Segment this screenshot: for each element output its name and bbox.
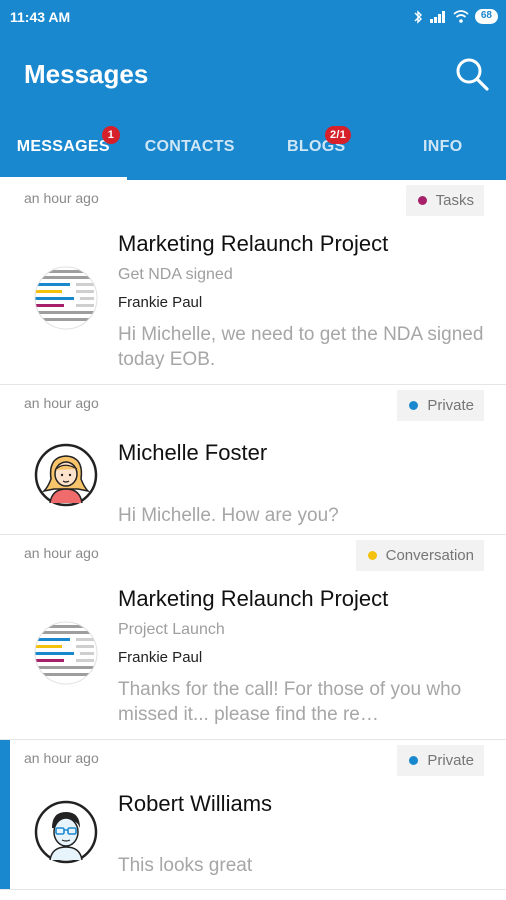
app-bar: Messages (0, 34, 506, 116)
message-item[interactable]: an hour ago Private Robert Williams This… (0, 740, 506, 890)
signal-icon (429, 11, 445, 23)
message-item[interactable]: an hour ago Conversation Marketing Relau… (0, 535, 506, 740)
blogs-badge: 2/1 (325, 126, 352, 144)
message-time: an hour ago (24, 545, 99, 561)
message-tag-label: Private (427, 397, 474, 414)
message-item[interactable]: an hour ago Private Michelle Foster Hi M… (0, 385, 506, 535)
message-time: an hour ago (24, 750, 99, 766)
message-preview: Hi Michelle, we need to get the NDA sign… (118, 324, 484, 370)
status-time: 11:43 AM (10, 9, 71, 25)
status-icons: 68 (413, 9, 498, 24)
message-title: Marketing Relaunch Project (118, 231, 389, 256)
wifi-icon (453, 10, 469, 23)
project-icon (34, 266, 98, 330)
message-time: an hour ago (24, 190, 99, 206)
message-preview: Hi Michelle. How are you? (118, 505, 339, 526)
message-tag-label: Conversation (385, 547, 474, 564)
message-title: Michelle Foster (118, 440, 268, 465)
message-time: an hour ago (24, 395, 99, 411)
messages-badge: 1 (102, 126, 120, 144)
tab-messages[interactable]: MESSAGES 1 (0, 116, 127, 180)
tab-bar: MESSAGES 1 CONTACTS BLOGS 2/1 INFO (0, 116, 506, 180)
tab-info-label: INFO (423, 138, 463, 155)
message-preview: Thanks for the call! For those of you wh… (118, 679, 462, 725)
message-title: Marketing Relaunch Project (118, 586, 389, 611)
message-subject: Get NDA signed (118, 266, 233, 283)
message-subject: Project Launch (118, 621, 225, 638)
message-title: Robert Williams (118, 791, 273, 816)
message-tag: Private (397, 745, 484, 776)
message-preview: This looks great (118, 855, 253, 876)
status-bar: 11:43 AM 68 (0, 0, 506, 34)
man-avatar (34, 800, 98, 864)
woman-avatar (34, 443, 98, 507)
message-tag: Conversation (355, 540, 484, 571)
message-tag: Private (397, 390, 484, 421)
search-icon[interactable] (454, 56, 490, 92)
bluetooth-icon (414, 9, 422, 24)
tag-dot-icon (409, 756, 419, 765)
tab-contacts-label: CONTACTS (144, 138, 235, 155)
tag-dot-icon (367, 551, 377, 560)
tab-contacts[interactable]: CONTACTS (127, 116, 254, 180)
message-sender: Frankie Paul (118, 649, 203, 666)
message-item[interactable]: an hour ago Tasks Marketing Relaunch Pro… (0, 180, 506, 385)
tag-dot-icon (409, 401, 419, 410)
message-sender: Frankie Paul (118, 294, 203, 311)
tab-messages-label: MESSAGES (16, 138, 110, 155)
page-title: Messages (24, 59, 149, 89)
project-icon (34, 621, 98, 685)
battery-indicator: 68 (474, 9, 498, 24)
message-tag-label: Tasks (435, 192, 474, 209)
message-tag: Tasks (405, 185, 484, 216)
tab-info[interactable]: INFO (380, 116, 506, 180)
message-tag-label: Private (427, 752, 474, 769)
tab-blogs[interactable]: BLOGS 2/1 (253, 116, 380, 180)
tag-dot-icon (417, 196, 427, 205)
message-list: an hour ago Tasks Marketing Relaunch Pro… (0, 180, 506, 890)
